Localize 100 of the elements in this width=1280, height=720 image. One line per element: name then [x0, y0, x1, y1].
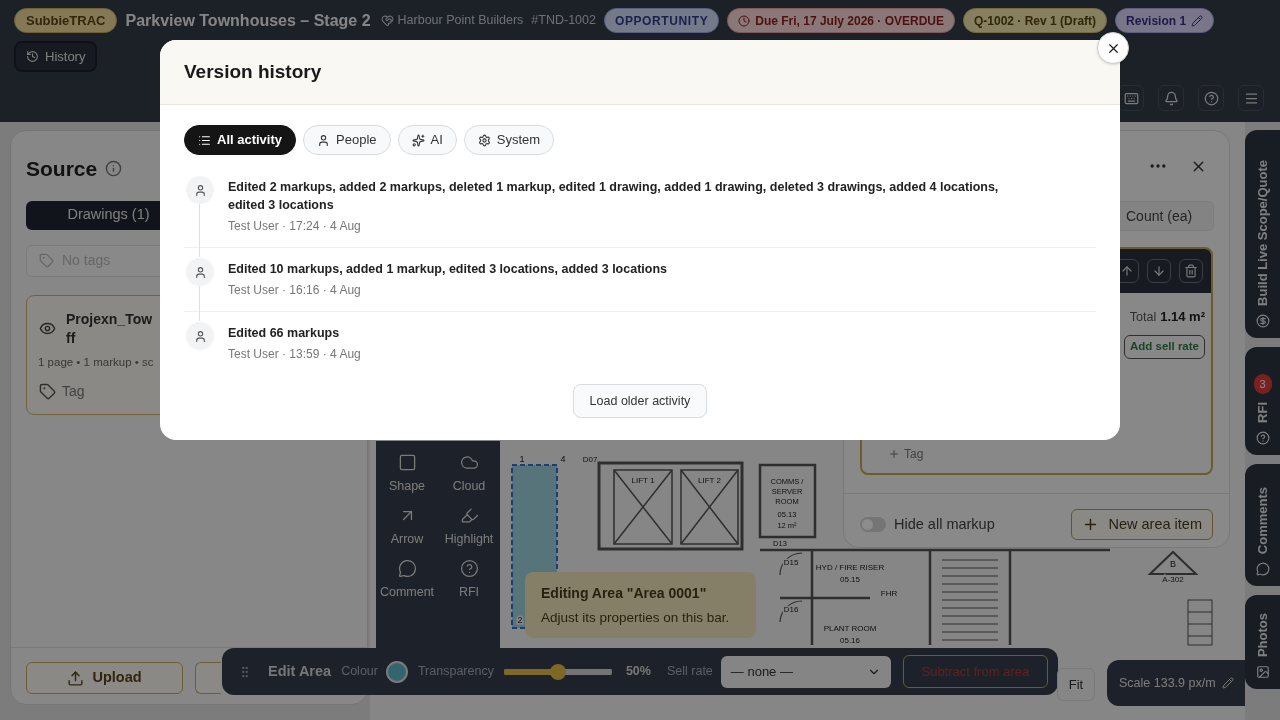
square-icon [397, 453, 417, 472]
drawing-name: ff [66, 328, 77, 348]
status-badge[interactable]: Revision 1 [1115, 8, 1215, 33]
transparency-label: Transparency [417, 663, 494, 681]
brand-badge: SubbieTRAC [14, 8, 118, 33]
upload-icon [67, 669, 85, 687]
colour-label: Colour [341, 663, 378, 681]
plan-label: A-302 [1162, 575, 1184, 584]
tooltip-title: Editing Area "Area 0001" [541, 584, 708, 603]
arrow-down-icon [1152, 264, 1166, 278]
help-button[interactable] [1198, 85, 1224, 111]
history-button[interactable]: History [14, 41, 98, 72]
door-schedule-drawing [1187, 599, 1213, 646]
colour-swatch[interactable] [385, 660, 408, 683]
tool-button[interactable]: Highlight [438, 505, 500, 549]
cloud-icon [459, 453, 479, 472]
panel-title: Source [26, 156, 98, 182]
new-item-button[interactable]: New area item [1070, 509, 1213, 540]
status-badge: Q-1002 · Rev 1 (Draft) [963, 8, 1108, 33]
user-icon [193, 183, 207, 197]
tool-button[interactable]: RFI [438, 558, 500, 602]
plan-label: LIFT 2 [698, 476, 721, 485]
user-icon [317, 133, 331, 147]
drawing-meta: 1 page • 1 markup • sc [38, 354, 154, 370]
filter-chip[interactable]: System [463, 125, 555, 155]
add-tag-button[interactable]: Tag [888, 445, 924, 463]
plan-label: HYD / FIRE RISER [815, 563, 885, 572]
sparkles-icon [411, 133, 425, 147]
keyboard-icon [1123, 90, 1139, 106]
side-tab[interactable]: Comments [1245, 464, 1280, 586]
plan-label: 05.16 [840, 636, 860, 645]
project-title: Parkview Townhouses – Stage 2 [125, 10, 371, 31]
user-icon [193, 329, 207, 343]
tender-ref: #TND-1002 [531, 12, 596, 30]
gear-icon [477, 133, 491, 147]
bar-title: Edit Area [268, 661, 332, 681]
side-tab[interactable]: Photos [1245, 595, 1280, 689]
plan-label: B [1170, 559, 1176, 569]
dialog-title: Version history [184, 59, 322, 84]
plan-label: 1 [519, 454, 525, 464]
help-icon [1203, 90, 1219, 106]
activity-summary: Edited 66 markups [228, 325, 341, 342]
filter-chip[interactable]: AI [397, 125, 457, 155]
tool-button[interactable]: Comment [376, 558, 438, 602]
activity-summary: Edited 2 markups, added 2 markups, deleted 1 markup, edited 1 drawing, added 1 drawing, deleted 3 drawings, added 4 locations, edited 3 locations [228, 179, 1000, 214]
transparency-reading: 50% [625, 663, 651, 681]
sell-rate-label: Sell rate [666, 663, 713, 681]
side-tab[interactable]: Build Live Scope/Quote [1245, 130, 1280, 338]
filter-chip[interactable]: All activity [184, 125, 297, 155]
tool-button[interactable]: Shape [376, 453, 438, 496]
bell-icon [1163, 90, 1179, 106]
user-icon [193, 265, 207, 279]
tool-button[interactable]: Cloud [438, 453, 500, 496]
sell-rate-button[interactable]: Add sell rate [1123, 334, 1205, 359]
menu-button[interactable] [1238, 85, 1264, 111]
plan-label: D15 [783, 558, 799, 567]
tag-icon [39, 382, 56, 400]
status-badge: OPPORTUNITY [603, 8, 720, 33]
status-badge: Due Fri, 17 July 2026 · OVERDUE [727, 8, 955, 33]
scale-chip[interactable]: Scale 133.9 px/m [1107, 660, 1245, 706]
upload-button[interactable]: Upload [26, 662, 183, 694]
slider-thumb[interactable] [549, 663, 566, 680]
list-icon [198, 133, 211, 147]
tag-label[interactable]: Tag [62, 380, 85, 402]
arrow-up-icon [1120, 264, 1134, 278]
plan-label: FHR [880, 589, 898, 598]
help-icon [1255, 431, 1270, 445]
total-label: Total [1129, 309, 1157, 326]
pencil-icon[interactable] [1221, 677, 1234, 689]
tool-button[interactable]: Arrow [376, 505, 438, 549]
total-value: 1.14 m² [1160, 308, 1205, 326]
handshake-icon [380, 14, 394, 27]
trash-button[interactable] [1179, 259, 1203, 283]
speech-bubble-icon [1255, 562, 1270, 576]
dollar-icon [1255, 314, 1270, 328]
clock-icon [738, 14, 751, 27]
activity-summary: Edited 10 markups, added 1 markup, edited 3 locations, added 3 locations [228, 261, 667, 278]
history-icon [26, 50, 39, 63]
activity-meta: Test User · 16:16 · 4 Aug [228, 282, 362, 299]
plan-label: 05.15 [840, 575, 860, 584]
trash-icon [1184, 264, 1198, 278]
tag-icon [39, 253, 54, 268]
toggle-label: Hide all markup [894, 514, 995, 534]
arrow-down-button[interactable] [1147, 259, 1171, 283]
client-name: Harbour Point Builders [397, 12, 524, 30]
side-tab[interactable]: RFI 3 [1245, 347, 1280, 455]
info-icon[interactable] [105, 160, 123, 178]
plan-label: D16 [783, 605, 799, 614]
activity-meta: Test User · 17:24 · 4 Aug [228, 218, 362, 235]
load-older-button[interactable]: Load older activity [572, 384, 708, 418]
plus-icon [888, 448, 900, 460]
fit-button[interactable]: Fit [1057, 668, 1095, 701]
filter-chip[interactable]: People [303, 125, 391, 155]
plan-label: 4 [560, 454, 566, 464]
activity-meta: Test User · 13:59 · 4 Aug [228, 346, 361, 363]
plan-label: 2 [517, 615, 523, 625]
bell-button[interactable] [1158, 85, 1184, 111]
drawing-name: Projexn_Tow [66, 309, 153, 329]
sell-rate-select[interactable]: — none — [720, 655, 891, 688]
plan-label: LIFT 1 [631, 476, 655, 485]
